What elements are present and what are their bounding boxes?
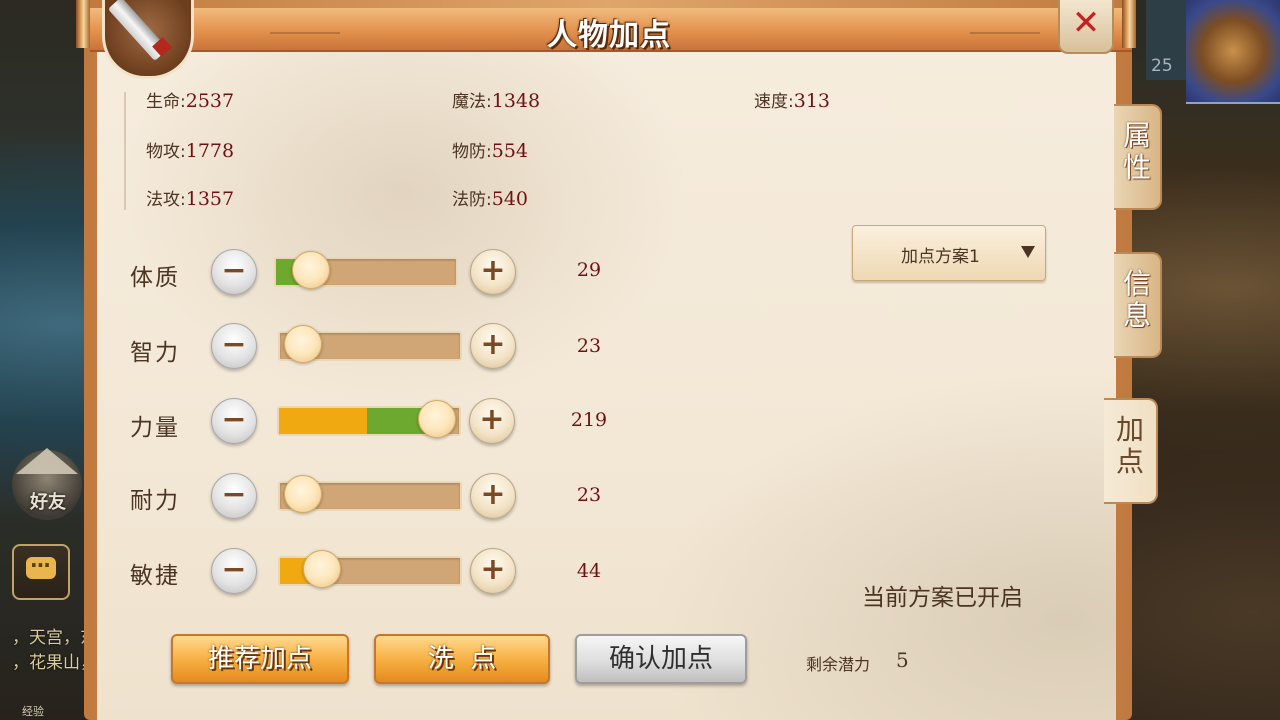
remaining-points-value: 5 [896,648,909,672]
increase-button[interactable]: + [469,398,515,444]
slider-knob[interactable] [303,550,342,588]
attribute-slider[interactable] [277,400,461,438]
attribute-slider[interactable] [278,550,462,588]
decrease-button[interactable]: − [211,249,257,295]
stat-physical-defense: 物防:554 [452,137,528,162]
stat-speed: 速度:313 [754,87,830,112]
attribute-value: 23 [576,484,602,506]
stat-value: 1348 [491,90,541,112]
close-button[interactable]: ✕ [1058,0,1114,54]
increase-button[interactable]: + [470,548,516,594]
stat-value: 1357 [185,188,235,210]
attribute-slider[interactable] [274,251,458,289]
tab-attributes[interactable]: 属性 [1114,104,1162,210]
slider-knob[interactable] [417,400,456,438]
decrease-button[interactable]: − [211,398,257,444]
stat-label: 生命: [146,92,186,112]
stat-label: 速度: [754,92,794,112]
sword-emblem [102,0,194,79]
stat-magic-defense: 法防:540 [452,185,528,210]
plan-dropdown[interactable]: 加点方案1 [852,225,1046,281]
stat-label: 物攻: [146,142,186,162]
remaining-points-label: 剩余潜力 [806,655,871,674]
dropdown-arrow-icon [1021,246,1035,258]
stat-label: 法防: [452,190,492,210]
increase-button[interactable]: + [470,473,516,519]
attribute-label: 耐力 [130,488,180,514]
stat-label: 物防: [452,142,492,162]
attribute-slider[interactable] [278,475,462,513]
stat-physical-attack: 物攻:1778 [146,137,234,162]
stat-value: 2537 [185,90,235,112]
attribute-label: 力量 [130,415,180,441]
straw-hat-icon [16,448,78,474]
stat-hp: 生命:2537 [146,87,234,112]
attribute-value: 23 [576,335,602,357]
slider-knob[interactable] [283,325,322,363]
decrease-button[interactable]: − [211,323,257,369]
stat-label: 魔法: [452,92,492,112]
stat-value: 1778 [185,140,235,162]
stat-value: 540 [491,188,528,210]
slider-knob[interactable] [292,251,331,289]
reset-points-button[interactable]: 洗 点 [374,634,550,684]
stat-magic-attack: 法攻:1357 [146,185,234,210]
attribute-value: 219 [570,409,608,431]
stat-mp: 魔法:1348 [452,87,540,112]
attribute-label: 敏捷 [130,563,180,589]
increase-button[interactable]: + [470,249,516,295]
plan-status: 当前方案已开启 [862,585,1023,611]
friends-label: 好友 [30,492,66,513]
dialog-panel [97,44,1116,720]
slider-fill-orange [279,408,368,434]
attribute-label: 体质 [130,265,180,291]
recommend-points-button[interactable]: 推荐加点 [171,634,349,684]
exp-label: 经验 [22,705,44,718]
tab-add-points[interactable]: 加点 [1104,398,1158,504]
attribute-slider[interactable] [278,325,462,363]
decrease-button[interactable]: − [211,548,257,594]
player-level: 25 [1151,56,1173,76]
stat-value: 313 [793,90,830,112]
chat-button[interactable] [12,544,70,600]
stat-value: 554 [491,140,528,162]
stats-divider [124,92,126,210]
decrease-button[interactable]: − [211,473,257,519]
tab-info[interactable]: 信息 [1114,252,1162,358]
attribute-value: 29 [576,259,602,281]
attribute-value: 44 [576,560,602,582]
stat-label: 法攻: [146,190,186,210]
chat-bubble-icon [26,553,56,579]
attribute-label: 智力 [130,340,180,366]
slider-knob[interactable] [283,475,322,513]
confirm-points-button[interactable]: 确认加点 [575,634,747,684]
increase-button[interactable]: + [470,323,516,369]
plan-selected: 加点方案1 [901,247,980,267]
